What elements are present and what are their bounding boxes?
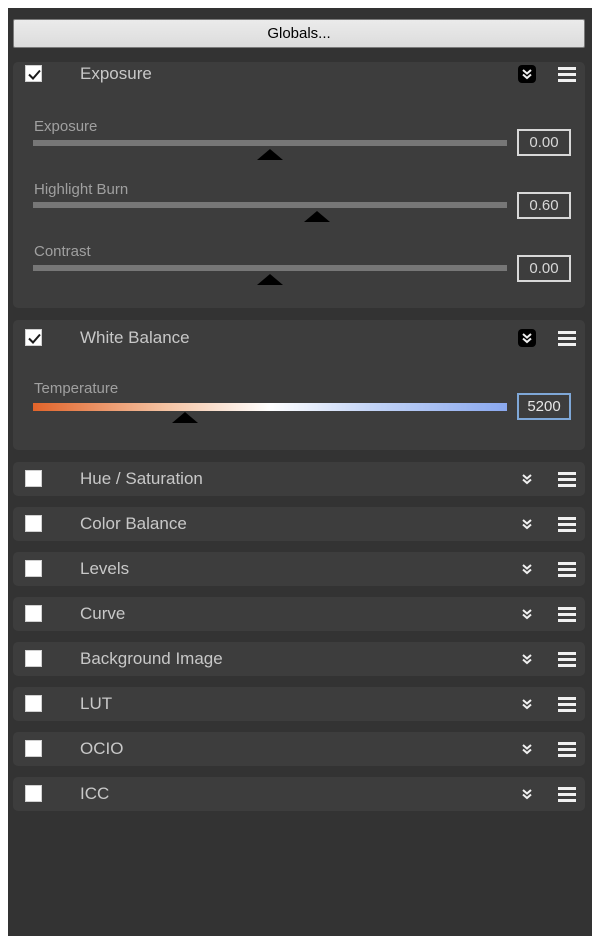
section-title: Hue / Saturation: [80, 469, 203, 488]
globals-button[interactable]: Globals...: [13, 19, 585, 48]
slider-value-field[interactable]: 0.60: [517, 192, 571, 219]
window-top-strip: [0, 0, 600, 8]
slider-thumb[interactable]: [257, 149, 283, 160]
double-chevron-down-icon[interactable]: [518, 695, 536, 713]
double-chevron-down-icon[interactable]: [518, 515, 536, 533]
checkmark-icon: [28, 69, 41, 80]
section-ocio: OCIO: [13, 732, 585, 766]
enable-checkbox[interactable]: [25, 650, 42, 667]
section-header[interactable]: Curve: [13, 597, 585, 631]
slider-thumb[interactable]: [171, 412, 198, 423]
section-title: Exposure: [80, 64, 152, 83]
section-header[interactable]: OCIO: [13, 732, 585, 766]
hamburger-menu-icon[interactable]: [558, 652, 576, 667]
slider-value-field[interactable]: 0.00: [517, 129, 571, 156]
section-header[interactable]: Color Balance: [13, 507, 585, 541]
section-title: Levels: [80, 559, 130, 578]
section-lut: LUT: [13, 687, 585, 721]
section-title: ICC: [80, 784, 110, 803]
double-chevron-down-icon[interactable]: [518, 560, 536, 578]
enable-checkbox[interactable]: [25, 605, 42, 622]
hamburger-menu-icon[interactable]: [558, 67, 576, 82]
section-title: Curve: [80, 604, 126, 623]
enable-checkbox[interactable]: [25, 329, 42, 346]
section-header[interactable]: White Balance: [13, 320, 585, 354]
section-header[interactable]: LUT: [13, 687, 585, 721]
double-chevron-down-icon[interactable]: [518, 605, 536, 623]
section-title: LUT: [80, 694, 113, 713]
enable-checkbox[interactable]: [25, 560, 42, 577]
double-chevron-down-icon[interactable]: [518, 740, 536, 758]
slider-track[interactable]: [33, 265, 507, 271]
hamburger-menu-icon[interactable]: [558, 697, 576, 712]
enable-checkbox[interactable]: [25, 695, 42, 712]
slider-value-field[interactable]: 5200: [517, 393, 571, 420]
enable-checkbox[interactable]: [25, 65, 42, 82]
section-icc: ICC: [13, 777, 585, 811]
temperature-gradient-track[interactable]: [33, 403, 507, 411]
checkmark-icon: [28, 333, 41, 344]
section-title: OCIO: [80, 739, 124, 758]
section-header[interactable]: Exposure: [13, 62, 585, 96]
hamburger-menu-icon[interactable]: [558, 517, 576, 532]
hamburger-menu-icon[interactable]: [558, 331, 576, 346]
slider-thumb[interactable]: [304, 211, 331, 222]
double-chevron-down-icon[interactable]: [518, 650, 536, 668]
double-chevron-down-icon[interactable]: [518, 785, 536, 803]
section-header[interactable]: Background Image: [13, 642, 585, 676]
enable-checkbox[interactable]: [25, 740, 42, 757]
slider-label: Contrast: [34, 243, 91, 260]
hamburger-menu-icon[interactable]: [558, 472, 576, 487]
slider-thumb[interactable]: [257, 274, 283, 285]
section-white-balance: White Balance Temperature 5200: [13, 320, 585, 450]
section-header[interactable]: Levels: [13, 552, 585, 586]
section-background-image: Background Image: [13, 642, 585, 676]
slider-label: Temperature: [34, 380, 119, 397]
slider-value-field[interactable]: 0.00: [517, 255, 571, 282]
double-chevron-down-icon[interactable]: [518, 470, 536, 488]
section-exposure: Exposure Exposure 0.00 Highlight Burn 0.60 Co…: [13, 62, 585, 308]
double-chevron-down-icon[interactable]: [518, 329, 536, 347]
section-header[interactable]: ICC: [13, 777, 585, 811]
section-title: Color Balance: [80, 514, 187, 533]
enable-checkbox[interactable]: [25, 515, 42, 532]
section-levels: Levels: [13, 552, 585, 586]
section-curve: Curve: [13, 597, 585, 631]
section-color-balance: Color Balance: [13, 507, 585, 541]
section-header[interactable]: Hue / Saturation: [13, 462, 585, 496]
slider-track[interactable]: [33, 202, 507, 208]
hamburger-menu-icon[interactable]: [558, 787, 576, 802]
hamburger-menu-icon[interactable]: [558, 607, 576, 622]
section-hue-saturation: Hue / Saturation: [13, 462, 585, 496]
slider-label: Highlight Burn: [34, 181, 129, 198]
enable-checkbox[interactable]: [25, 470, 42, 487]
section-title: White Balance: [80, 328, 190, 347]
section-title: Background Image: [80, 649, 223, 668]
hamburger-menu-icon[interactable]: [558, 562, 576, 577]
color-adjust-window: Globals... Exposure Exposure 0.00 Highlight…: [0, 0, 600, 936]
slider-label: Exposure: [34, 118, 98, 135]
hamburger-menu-icon[interactable]: [558, 742, 576, 757]
double-chevron-down-icon[interactable]: [518, 65, 536, 83]
enable-checkbox[interactable]: [25, 785, 42, 802]
slider-track[interactable]: [33, 140, 507, 146]
